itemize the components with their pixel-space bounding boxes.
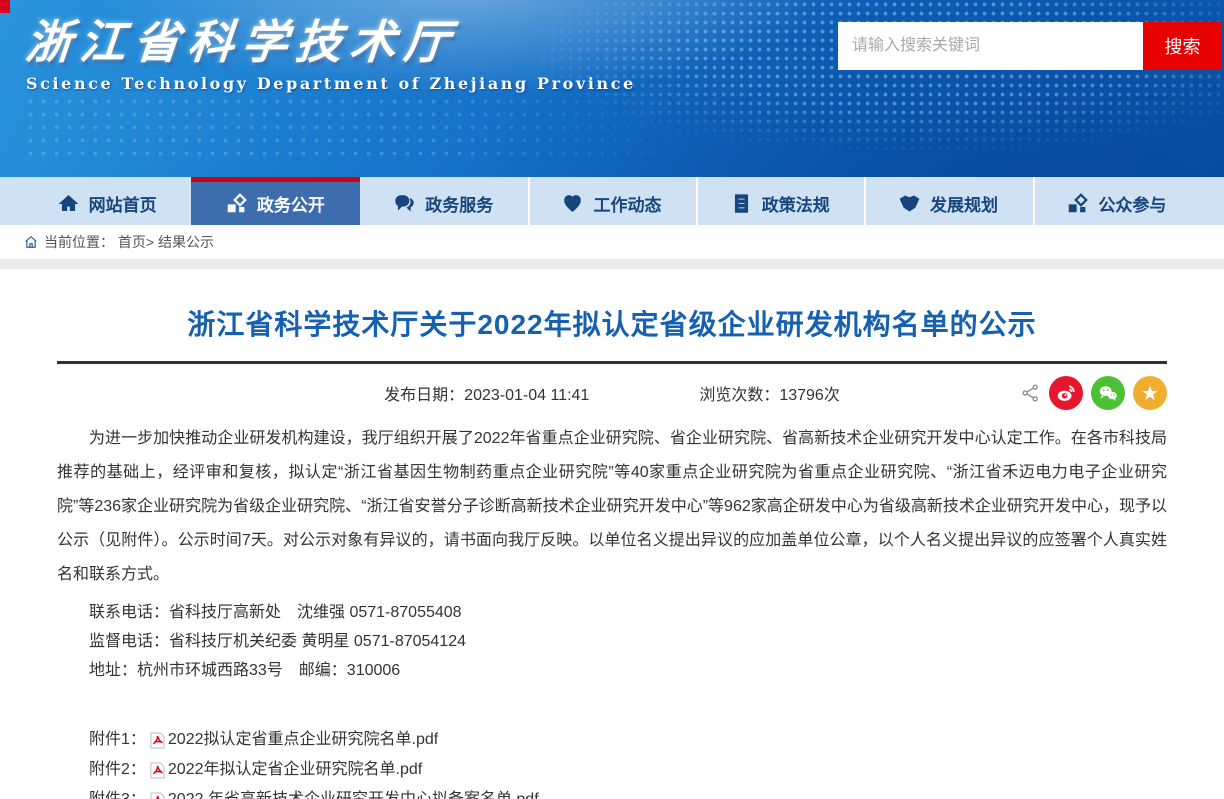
attachment-link[interactable]: 2022拟认定省重点企业研究院名单.pdf	[168, 725, 438, 755]
nav-item-label: 工作动态	[593, 191, 661, 216]
wechat-share-icon[interactable]	[1091, 376, 1125, 410]
gov-open-icon	[226, 193, 247, 214]
pdf-file-icon	[150, 762, 165, 779]
attachment-label: 附件3：	[89, 785, 146, 799]
site-logo-english: Science Technology Department of Zhejian…	[26, 74, 636, 93]
attachment-row: 附件3： 2022 年省高新技术企业研究开发中心拟备案名单.pdf	[57, 785, 1167, 799]
publish-date-value: 2023-01-04 11:41	[464, 387, 589, 404]
search-input[interactable]	[838, 22, 1143, 70]
nav-item-label: 政务公开	[257, 191, 325, 216]
handshake-icon	[899, 193, 920, 214]
attachment-row: 附件2： 2022年拟认定省企业研究院名单.pdf	[57, 755, 1167, 785]
qzone-share-icon[interactable]: ★	[1133, 376, 1167, 410]
nav-item-label: 政策法规	[762, 191, 830, 216]
attachment-link[interactable]: 2022年拟认定省企业研究院名单.pdf	[168, 755, 422, 785]
heart-icon	[562, 193, 583, 214]
breadcrumb-current: 结果公示	[158, 232, 214, 252]
nav-item-participation[interactable]: 公众参与	[1033, 177, 1201, 225]
nav-item-label: 政务服务	[425, 191, 493, 216]
share-icon[interactable]	[1021, 383, 1041, 403]
attachment-link[interactable]: 2022 年省高新技术企业研究开发中心拟备案名单.pdf	[168, 785, 539, 799]
site-header: 浙江省科学技术厅 Science Technology Department o…	[0, 0, 1224, 177]
nav-item-gov-open[interactable]: 政务公开	[191, 177, 359, 225]
nav-item-planning[interactable]: 发展规划	[864, 177, 1032, 225]
chat-bubbles-icon	[394, 193, 415, 214]
dot-wave-decoration	[24, 95, 697, 165]
share-toolbar: ★	[1021, 376, 1167, 410]
attachment-row: 附件1： 2022拟认定省重点企业研究院名单.pdf	[57, 725, 1167, 755]
nav-item-policy[interactable]: 政策法规	[696, 177, 864, 225]
section-divider-strip	[0, 259, 1224, 269]
corner-red-mark	[0, 0, 10, 13]
article-paragraph: 为进一步加快推动企业研发机构建设，我厅组织开展了2022年省重点企业研究院、省企…	[57, 422, 1167, 592]
article-content: 浙江省科学技术厅关于2022年拟认定省级企业研发机构名单的公示 发布日期：202…	[0, 303, 1224, 799]
nav-item-label: 网站首页	[89, 191, 157, 216]
breadcrumb-label: 当前位置：	[44, 232, 114, 252]
pdf-file-icon	[150, 732, 165, 749]
publish-date-label: 发布日期：	[384, 387, 464, 404]
page-title: 浙江省科学技术厅关于2022年拟认定省级企业研发机构名单的公示	[57, 303, 1167, 343]
view-count-value: 13796次	[779, 387, 840, 404]
supervision-phone-line: 监督电话：省科技厅机关纪委 黄明星 0571-87054124	[57, 627, 1167, 656]
nav-item-label: 发展规划	[930, 191, 998, 216]
breadcrumb-home-link[interactable]: 首页>	[118, 232, 154, 252]
blocks-icon	[1067, 193, 1088, 214]
contact-phone-line: 联系电话：省科技厅高新处 沈维强 0571-87055408	[57, 598, 1167, 627]
weibo-share-icon[interactable]	[1049, 376, 1083, 410]
home-small-icon	[24, 235, 38, 249]
search-button[interactable]: 搜索	[1143, 22, 1222, 70]
main-navigation: 网站首页 政务公开 政务服务 工作动态 政策法规	[0, 177, 1224, 225]
pdf-file-icon	[150, 792, 165, 799]
attachment-label: 附件2：	[89, 755, 146, 785]
document-icon	[731, 193, 752, 214]
search-bar: 搜索	[838, 22, 1222, 70]
nav-item-work-news[interactable]: 工作动态	[528, 177, 696, 225]
site-logo-chinese: 浙江省科学技术厅	[23, 6, 461, 72]
attachment-label: 附件1：	[89, 725, 146, 755]
breadcrumb: 当前位置： 首页> 结果公示	[0, 225, 1224, 259]
publish-date: 发布日期：2023-01-04 11:41	[384, 381, 589, 405]
nav-item-gov-service[interactable]: 政务服务	[360, 177, 528, 225]
attachment-list: 附件1： 2022拟认定省重点企业研究院名单.pdf 附件2： 2022年拟认定…	[57, 725, 1167, 799]
view-count-label: 浏览次数：	[699, 387, 779, 404]
address-line: 地址：杭州市环城西路33号 邮编：310006	[57, 656, 1167, 685]
contact-info: 联系电话：省科技厅高新处 沈维强 0571-87055408 监督电话：省科技厅…	[57, 598, 1167, 685]
article-meta: 发布日期：2023-01-04 11:41 浏览次数：13796次 ★	[57, 364, 1167, 422]
home-icon	[58, 193, 79, 214]
star-glyph: ★	[1141, 383, 1159, 403]
view-count: 浏览次数：13796次	[699, 381, 840, 405]
nav-item-label: 公众参与	[1098, 191, 1166, 216]
nav-item-home[interactable]: 网站首页	[23, 177, 191, 225]
